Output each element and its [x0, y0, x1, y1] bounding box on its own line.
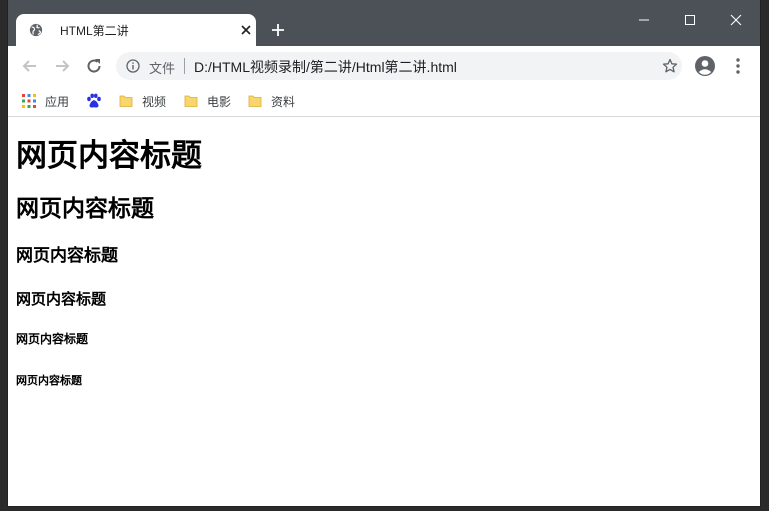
- bookmark-label: 电影: [207, 94, 232, 109]
- baidu-paw-icon: [87, 93, 101, 108]
- page-content: 网页内容标题 网页内容标题 网页内容标题 网页内容标题 网页内容标题 网页内容标…: [8, 117, 760, 506]
- maximize-icon[interactable]: [678, 8, 702, 32]
- close-tab-icon[interactable]: [239, 23, 253, 37]
- forward-arrow-icon[interactable]: [52, 56, 72, 76]
- reload-icon[interactable]: [84, 56, 104, 76]
- bookmarks-bar: 应用 视频 电影 资料: [8, 86, 760, 117]
- heading-5: 网页内容标题: [16, 332, 89, 346]
- folder-icon: [119, 95, 133, 107]
- close-window-icon[interactable]: [724, 8, 748, 32]
- heading-4: 网页内容标题: [16, 290, 107, 308]
- heading-1: 网页内容标题: [16, 138, 202, 174]
- back-arrow-icon[interactable]: [20, 56, 40, 76]
- toolbar: 文件 D:/HTML视频录制/第二讲/Html第二讲.html: [8, 46, 760, 86]
- url-text[interactable]: D:/HTML视频录制/第二讲/Html第二讲.html: [194, 57, 457, 77]
- bookmark-label: 资料: [271, 94, 296, 109]
- apps-grid-icon: [22, 94, 36, 108]
- bookmark-apps[interactable]: 应用: [21, 90, 69, 112]
- heading-3: 网页内容标题: [16, 246, 118, 266]
- bookmark-label: 视频: [142, 94, 167, 109]
- heading-2: 网页内容标题: [16, 196, 154, 222]
- profile-avatar-icon[interactable]: [694, 55, 716, 77]
- globe-icon: [29, 23, 43, 37]
- address-bar[interactable]: 文件 D:/HTML视频录制/第二讲/Html第二讲.html: [116, 52, 682, 80]
- folder-icon: [184, 95, 198, 107]
- info-icon[interactable]: [126, 59, 140, 73]
- security-label: 文件: [149, 62, 176, 77]
- bookmark-label: 应用: [45, 94, 70, 109]
- bookmark-folder-materials[interactable]: 资料: [247, 90, 295, 112]
- folder-icon: [248, 95, 262, 107]
- minimize-icon[interactable]: [632, 8, 656, 32]
- title-bar: HTML第二讲: [8, 0, 760, 46]
- menu-dots-icon[interactable]: [732, 56, 744, 76]
- bookmark-folder-movies[interactable]: 电影: [183, 90, 231, 112]
- new-tab-icon[interactable]: [270, 22, 286, 38]
- omnibox-separator: [184, 58, 185, 74]
- tab-title: HTML第二讲: [60, 24, 129, 38]
- heading-6: 网页内容标题: [16, 374, 82, 387]
- bookmark-star-icon[interactable]: [662, 58, 678, 74]
- browser-tab[interactable]: HTML第二讲: [16, 14, 256, 46]
- browser-window: HTML第二讲 文件 D:/HTML视频录制/第二讲/Html第二讲.html …: [8, 0, 760, 506]
- bookmark-baidu[interactable]: [86, 90, 110, 112]
- bookmark-folder-videos[interactable]: 视频: [118, 90, 166, 112]
